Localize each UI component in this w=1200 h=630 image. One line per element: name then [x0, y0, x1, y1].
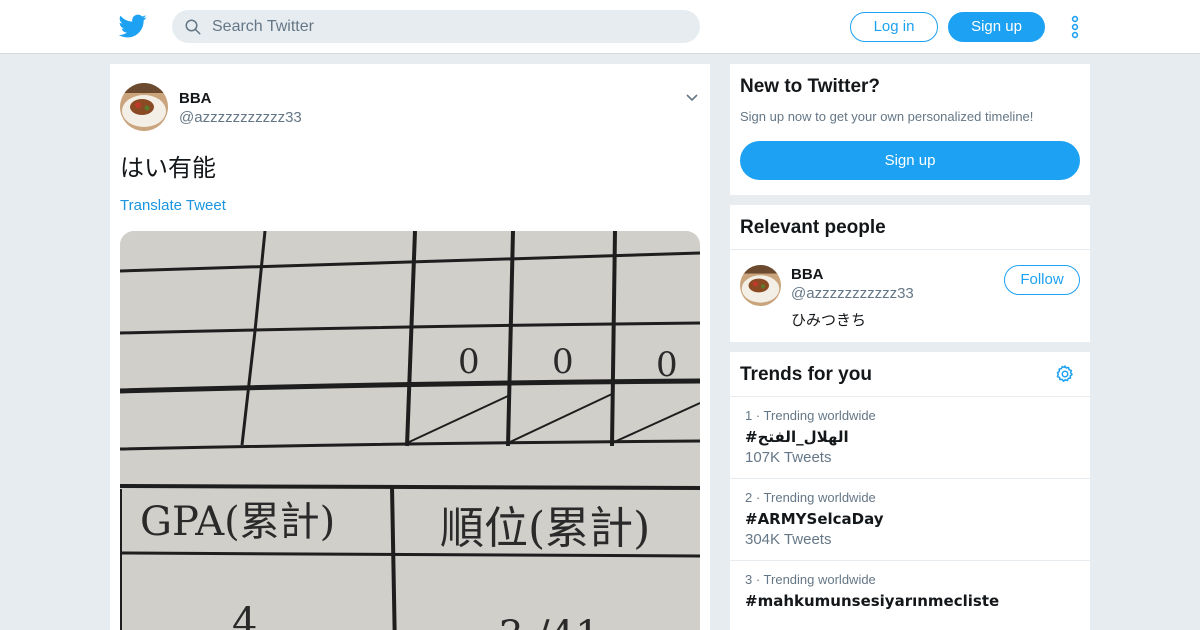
tweet-photo[interactable]: 0 0 0 GPA(累計) 順位(累計) 4 3 /41 [120, 231, 700, 630]
trend-item[interactable]: 1 · Trending worldwide #الهلال_الفتح 107… [730, 396, 1090, 478]
gear-icon[interactable] [1055, 364, 1075, 384]
relevant-people-card: Relevant people BBA @azzzzzzzzzzz33 ひみつき… [730, 205, 1090, 342]
follow-button[interactable]: Follow [1004, 265, 1080, 295]
photo-gpa-value: 4 [232, 600, 257, 630]
trend-name[interactable]: #mahkumunsesiyarınmecliste [745, 592, 999, 610]
person-bio: ひみつきち [791, 311, 867, 329]
author-handle[interactable]: @azzzzzzzzzzz33 [179, 109, 302, 126]
avatar[interactable] [120, 83, 168, 131]
trends-title: Trends for you [740, 364, 872, 385]
photo-zero-2: 0 [552, 342, 574, 382]
photo-gpa-label: GPA(累計) [140, 499, 335, 545]
signup-card-subtitle: Sign up now to get your own personalized… [740, 109, 1034, 124]
person-name[interactable]: BBA [791, 266, 824, 283]
trend-meta: 3 · Trending worldwide [745, 572, 876, 587]
trend-meta: 2 · Trending worldwide [745, 490, 876, 505]
trend-count: 304K Tweets [745, 531, 832, 548]
search-input[interactable] [212, 10, 682, 43]
photo-rank-value: 3 /41 [498, 613, 601, 630]
photo-zero-3: 0 [656, 345, 678, 385]
signup-card-button[interactable]: Sign up [740, 141, 1080, 180]
tweet-text: はい有能 [120, 154, 216, 182]
translate-tweet-link[interactable]: Translate Tweet [120, 197, 226, 214]
signup-button[interactable]: Sign up [948, 12, 1045, 42]
trend-name[interactable]: #الهلال_الفتح [745, 428, 849, 446]
divider [730, 249, 1090, 250]
signup-card-title: New to Twitter? [740, 76, 881, 97]
search-bar[interactable] [172, 10, 700, 43]
top-bar: Log in Sign up [0, 0, 1200, 54]
trend-meta: 1 · Trending worldwide [745, 408, 876, 423]
person-avatar[interactable] [740, 265, 781, 306]
search-icon [185, 19, 201, 35]
author-name[interactable]: BBA [179, 90, 212, 107]
photo-rank-label: 順位(累計) [440, 503, 650, 554]
person-handle[interactable]: @azzzzzzzzzzz33 [791, 285, 914, 302]
trend-item[interactable]: 3 · Trending worldwide #mahkumunsesiyarı… [730, 560, 1090, 630]
tweet-card: BBA @azzzzzzzzzzz33 はい有能 Translate Tweet [110, 64, 710, 630]
twitter-bird-icon[interactable] [119, 12, 147, 40]
chevron-down-icon[interactable] [684, 90, 700, 106]
relevant-people-title: Relevant people [740, 217, 886, 238]
login-button[interactable]: Log in [850, 12, 938, 42]
trend-name[interactable]: #ARMYSelcaDay [745, 510, 884, 528]
photo-zero-1: 0 [458, 342, 480, 382]
trend-item[interactable]: 2 · Trending worldwide #ARMYSelcaDay 304… [730, 478, 1090, 560]
trend-count: 107K Tweets [745, 449, 832, 466]
more-vertical-icon[interactable] [1066, 14, 1084, 40]
trends-card: Trends for you 1 · Trending worldwide #ا… [730, 352, 1090, 630]
signup-card: New to Twitter? Sign up now to get your … [730, 64, 1090, 195]
